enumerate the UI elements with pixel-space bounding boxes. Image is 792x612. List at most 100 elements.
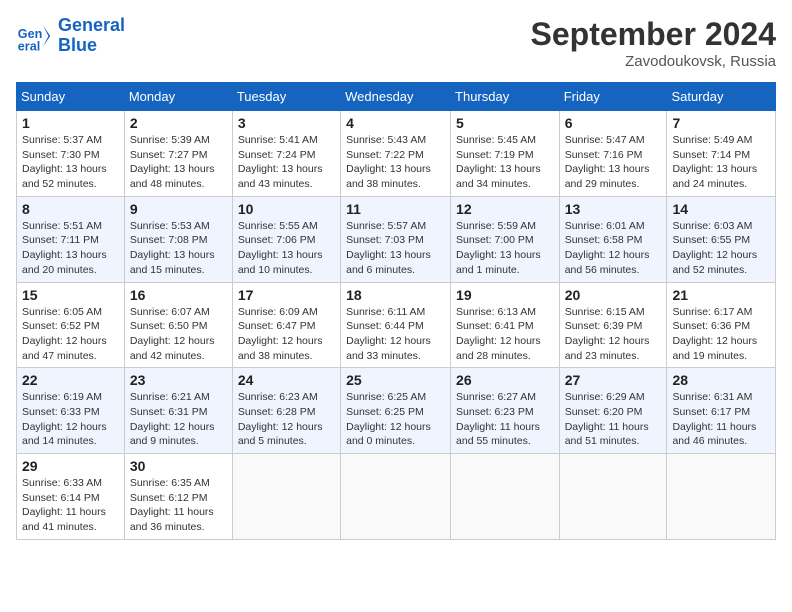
calendar-cell: 29 Sunrise: 6:33 AM Sunset: 6:14 PM Dayl… xyxy=(17,454,125,540)
calendar-cell: 18 Sunrise: 6:11 AM Sunset: 6:44 PM Dayl… xyxy=(341,282,451,368)
calendar-week-row: 15 Sunrise: 6:05 AM Sunset: 6:52 PM Dayl… xyxy=(17,282,776,368)
calendar-cell: 15 Sunrise: 6:05 AM Sunset: 6:52 PM Dayl… xyxy=(17,282,125,368)
calendar-cell: 14 Sunrise: 6:03 AM Sunset: 6:55 PM Dayl… xyxy=(667,196,776,282)
calendar-cell: 28 Sunrise: 6:31 AM Sunset: 6:17 PM Dayl… xyxy=(667,368,776,454)
day-number: 7 xyxy=(672,115,770,131)
calendar-cell: 13 Sunrise: 6:01 AM Sunset: 6:58 PM Dayl… xyxy=(559,196,667,282)
day-detail: Sunrise: 6:01 AM Sunset: 6:58 PM Dayligh… xyxy=(565,219,662,278)
day-detail: Sunrise: 6:21 AM Sunset: 6:31 PM Dayligh… xyxy=(130,390,227,449)
calendar-cell: 24 Sunrise: 6:23 AM Sunset: 6:28 PM Dayl… xyxy=(232,368,340,454)
logo-icon: Gen eral xyxy=(16,18,52,54)
day-detail: Sunrise: 6:27 AM Sunset: 6:23 PM Dayligh… xyxy=(456,390,554,449)
day-number: 20 xyxy=(565,287,662,303)
day-detail: Sunrise: 5:53 AM Sunset: 7:08 PM Dayligh… xyxy=(130,219,227,278)
calendar-cell: 7 Sunrise: 5:49 AM Sunset: 7:14 PM Dayli… xyxy=(667,111,776,197)
day-detail: Sunrise: 6:19 AM Sunset: 6:33 PM Dayligh… xyxy=(22,390,119,449)
day-number: 15 xyxy=(22,287,119,303)
day-number: 19 xyxy=(456,287,554,303)
day-number: 28 xyxy=(672,372,770,388)
calendar-cell: 10 Sunrise: 5:55 AM Sunset: 7:06 PM Dayl… xyxy=(232,196,340,282)
weekday-header: Tuesday xyxy=(232,83,340,111)
day-number: 9 xyxy=(130,201,227,217)
day-number: 30 xyxy=(130,458,227,474)
day-detail: Sunrise: 5:57 AM Sunset: 7:03 PM Dayligh… xyxy=(346,219,445,278)
month-title: September 2024 xyxy=(531,16,776,53)
calendar-cell: 27 Sunrise: 6:29 AM Sunset: 6:20 PM Dayl… xyxy=(559,368,667,454)
weekday-header: Thursday xyxy=(451,83,560,111)
day-detail: Sunrise: 5:39 AM Sunset: 7:27 PM Dayligh… xyxy=(130,133,227,192)
logo-text: GeneralBlue xyxy=(58,16,125,56)
calendar-cell: 26 Sunrise: 6:27 AM Sunset: 6:23 PM Dayl… xyxy=(451,368,560,454)
day-detail: Sunrise: 5:59 AM Sunset: 7:00 PM Dayligh… xyxy=(456,219,554,278)
calendar-cell: 11 Sunrise: 5:57 AM Sunset: 7:03 PM Dayl… xyxy=(341,196,451,282)
day-detail: Sunrise: 6:29 AM Sunset: 6:20 PM Dayligh… xyxy=(565,390,662,449)
day-number: 2 xyxy=(130,115,227,131)
day-detail: Sunrise: 5:45 AM Sunset: 7:19 PM Dayligh… xyxy=(456,133,554,192)
calendar-table: SundayMondayTuesdayWednesdayThursdayFrid… xyxy=(16,82,776,540)
day-detail: Sunrise: 5:47 AM Sunset: 7:16 PM Dayligh… xyxy=(565,133,662,192)
day-number: 23 xyxy=(130,372,227,388)
calendar-cell: 22 Sunrise: 6:19 AM Sunset: 6:33 PM Dayl… xyxy=(17,368,125,454)
calendar-cell: 6 Sunrise: 5:47 AM Sunset: 7:16 PM Dayli… xyxy=(559,111,667,197)
calendar-week-row: 22 Sunrise: 6:19 AM Sunset: 6:33 PM Dayl… xyxy=(17,368,776,454)
calendar-cell: 9 Sunrise: 5:53 AM Sunset: 7:08 PM Dayli… xyxy=(124,196,232,282)
calendar-cell: 5 Sunrise: 5:45 AM Sunset: 7:19 PM Dayli… xyxy=(451,111,560,197)
day-detail: Sunrise: 6:03 AM Sunset: 6:55 PM Dayligh… xyxy=(672,219,770,278)
day-detail: Sunrise: 5:49 AM Sunset: 7:14 PM Dayligh… xyxy=(672,133,770,192)
day-detail: Sunrise: 6:13 AM Sunset: 6:41 PM Dayligh… xyxy=(456,305,554,364)
day-number: 21 xyxy=(672,287,770,303)
day-detail: Sunrise: 6:11 AM Sunset: 6:44 PM Dayligh… xyxy=(346,305,445,364)
day-detail: Sunrise: 6:17 AM Sunset: 6:36 PM Dayligh… xyxy=(672,305,770,364)
calendar-cell: 16 Sunrise: 6:07 AM Sunset: 6:50 PM Dayl… xyxy=(124,282,232,368)
day-number: 3 xyxy=(238,115,335,131)
weekday-header: Saturday xyxy=(667,83,776,111)
day-detail: Sunrise: 6:35 AM Sunset: 6:12 PM Dayligh… xyxy=(130,476,227,535)
calendar-cell: 20 Sunrise: 6:15 AM Sunset: 6:39 PM Dayl… xyxy=(559,282,667,368)
day-number: 22 xyxy=(22,372,119,388)
day-number: 6 xyxy=(565,115,662,131)
day-number: 26 xyxy=(456,372,554,388)
svg-text:eral: eral xyxy=(18,39,40,53)
day-detail: Sunrise: 5:51 AM Sunset: 7:11 PM Dayligh… xyxy=(22,219,119,278)
calendar-cell: 21 Sunrise: 6:17 AM Sunset: 6:36 PM Dayl… xyxy=(667,282,776,368)
day-detail: Sunrise: 6:23 AM Sunset: 6:28 PM Dayligh… xyxy=(238,390,335,449)
day-number: 17 xyxy=(238,287,335,303)
day-number: 4 xyxy=(346,115,445,131)
calendar-cell: 25 Sunrise: 6:25 AM Sunset: 6:25 PM Dayl… xyxy=(341,368,451,454)
calendar-cell: 3 Sunrise: 5:41 AM Sunset: 7:24 PM Dayli… xyxy=(232,111,340,197)
day-number: 12 xyxy=(456,201,554,217)
location: Zavodoukovsk, Russia xyxy=(531,53,776,70)
calendar-week-row: 29 Sunrise: 6:33 AM Sunset: 6:14 PM Dayl… xyxy=(17,454,776,540)
calendar-cell: 19 Sunrise: 6:13 AM Sunset: 6:41 PM Dayl… xyxy=(451,282,560,368)
weekday-header: Friday xyxy=(559,83,667,111)
page-header: Gen eral GeneralBlue September 2024 Zavo… xyxy=(16,16,776,70)
weekday-header-row: SundayMondayTuesdayWednesdayThursdayFrid… xyxy=(17,83,776,111)
calendar-cell: 1 Sunrise: 5:37 AM Sunset: 7:30 PM Dayli… xyxy=(17,111,125,197)
calendar-cell: 23 Sunrise: 6:21 AM Sunset: 6:31 PM Dayl… xyxy=(124,368,232,454)
logo: Gen eral GeneralBlue xyxy=(16,16,125,56)
day-number: 24 xyxy=(238,372,335,388)
calendar-cell xyxy=(667,454,776,540)
calendar-cell: 12 Sunrise: 5:59 AM Sunset: 7:00 PM Dayl… xyxy=(451,196,560,282)
calendar-week-row: 8 Sunrise: 5:51 AM Sunset: 7:11 PM Dayli… xyxy=(17,196,776,282)
day-number: 1 xyxy=(22,115,119,131)
weekday-header: Monday xyxy=(124,83,232,111)
day-detail: Sunrise: 5:41 AM Sunset: 7:24 PM Dayligh… xyxy=(238,133,335,192)
calendar-cell xyxy=(341,454,451,540)
day-detail: Sunrise: 6:05 AM Sunset: 6:52 PM Dayligh… xyxy=(22,305,119,364)
calendar-cell xyxy=(451,454,560,540)
day-detail: Sunrise: 6:33 AM Sunset: 6:14 PM Dayligh… xyxy=(22,476,119,535)
weekday-header: Wednesday xyxy=(341,83,451,111)
day-number: 10 xyxy=(238,201,335,217)
day-number: 8 xyxy=(22,201,119,217)
day-number: 16 xyxy=(130,287,227,303)
day-detail: Sunrise: 6:09 AM Sunset: 6:47 PM Dayligh… xyxy=(238,305,335,364)
calendar-week-row: 1 Sunrise: 5:37 AM Sunset: 7:30 PM Dayli… xyxy=(17,111,776,197)
calendar-cell: 2 Sunrise: 5:39 AM Sunset: 7:27 PM Dayli… xyxy=(124,111,232,197)
day-detail: Sunrise: 5:37 AM Sunset: 7:30 PM Dayligh… xyxy=(22,133,119,192)
calendar-cell: 30 Sunrise: 6:35 AM Sunset: 6:12 PM Dayl… xyxy=(124,454,232,540)
day-detail: Sunrise: 5:43 AM Sunset: 7:22 PM Dayligh… xyxy=(346,133,445,192)
day-detail: Sunrise: 6:07 AM Sunset: 6:50 PM Dayligh… xyxy=(130,305,227,364)
day-number: 25 xyxy=(346,372,445,388)
day-detail: Sunrise: 5:55 AM Sunset: 7:06 PM Dayligh… xyxy=(238,219,335,278)
